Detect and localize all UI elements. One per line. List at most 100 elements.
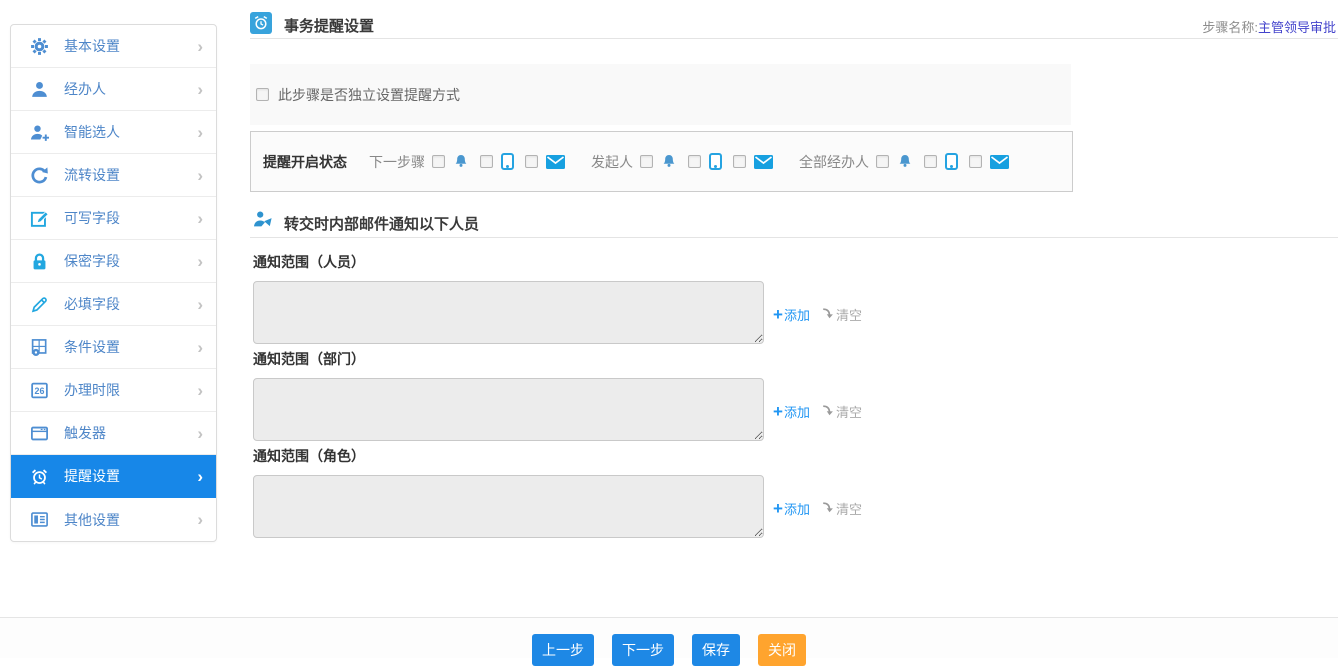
sidebar-item-label: 其他设置 [64,510,120,530]
initiator-bell-checkbox[interactable] [640,155,653,168]
clear-link-label: 清空 [836,402,862,421]
save-button[interactable]: 保存 [692,634,740,666]
clear-arrow-icon [822,501,836,516]
independent-reminder-label: 此步骤是否独立设置提醒方式 [278,85,460,105]
sidebar-item-reminder-settings[interactable]: 提醒设置 › [11,455,216,498]
alarm-clock-icon [27,467,51,486]
refresh-icon [27,166,51,185]
add-role-link[interactable]: +添加 [773,499,810,518]
alarm-clock-icon [250,12,272,34]
next-step-phone-checkbox[interactable] [480,155,493,168]
plus-icon: + [773,502,783,515]
add-link-label: 添加 [784,499,810,518]
page-title: 事务提醒设置 [284,15,374,36]
phone-icon [945,153,958,170]
sidebar-item-label: 触发器 [64,423,106,443]
add-person-link[interactable]: +添加 [773,305,810,324]
initiator-mail-checkbox[interactable] [733,155,746,168]
notify-field-person: 通知范围（人员） +添加清空 [253,252,862,344]
independent-reminder-box: 此步骤是否独立设置提醒方式 [250,64,1071,125]
reminder-group-all-handlers: 全部经办人 [799,152,1009,172]
bell-icon [661,153,677,170]
clear-person-link[interactable]: 清空 [822,305,862,324]
sidebar-item-smart-select[interactable]: 智能选人› [11,111,216,154]
chevron-right-icon: › [197,511,203,528]
chevron-right-icon: › [197,167,203,184]
clear-role-link[interactable]: 清空 [822,499,862,518]
notify-section-title: 转交时内部邮件通知以下人员 [284,213,479,234]
initiator-phone-checkbox[interactable] [688,155,701,168]
user-plus-icon [27,123,51,142]
next-step-bell-checkbox[interactable] [432,155,445,168]
sidebar-item-trigger[interactable]: 触发器› [11,412,216,455]
step-name: 步骤名称:主管领导审批 [1202,17,1336,36]
sidebar-item-time-limit[interactable]: 26 办理时限 › [11,369,216,412]
sidebar-item-other-settings[interactable]: 其他设置 › [11,498,216,541]
chevron-right-icon: › [197,81,203,98]
mail-icon [754,155,773,169]
chevron-right-icon: › [197,253,203,270]
clear-department-link[interactable]: 清空 [822,402,862,421]
notify-field-role: 通知范围（角色） +添加清空 [253,446,862,538]
calendar-26-icon: 26 [27,381,51,400]
all-handlers-bell-checkbox[interactable] [876,155,889,168]
reminder-group-label: 发起人 [591,152,633,172]
window-icon [27,424,51,443]
notify-department-textarea[interactable] [253,378,764,441]
sidebar-item-label: 办理时限 [64,380,120,400]
initiator-bell-channel [640,153,677,170]
all-handlers-phone-checkbox[interactable] [924,155,937,168]
independent-reminder-checkbox[interactable] [256,88,269,101]
pencil-icon [27,295,51,314]
sidebar-item-label: 保密字段 [64,251,120,271]
main-panel: 事务提醒设置 步骤名称:主管领导审批 此步骤是否独立设置提醒方式 提醒开启状态 … [250,0,1338,658]
reminder-group-next-step: 下一步骤 [369,152,565,172]
sidebar-item-condition-settings[interactable]: 条件设置› [11,326,216,369]
initiator-phone-channel [688,153,722,170]
all-handlers-mail-checkbox[interactable] [969,155,982,168]
step-name-label: 步骤名称: [1202,20,1258,35]
add-link-label: 添加 [784,402,810,421]
initiator-mail-channel [733,155,773,169]
sidebar-item-required-fields[interactable]: 必填字段› [11,283,216,326]
sidebar-item-label: 可写字段 [64,208,120,228]
sidebar-item-writable-fields[interactable]: 可写字段 › [11,197,216,240]
sidebar-item-handler[interactable]: 经办人› [11,68,216,111]
chevron-right-icon: › [197,38,203,55]
chevron-right-icon: › [197,210,203,227]
chevron-right-icon: › [197,468,203,485]
next-step-mail-checkbox[interactable] [525,155,538,168]
user-forward-icon [252,209,274,229]
prev-step-button[interactable]: 上一步 [532,634,594,666]
id-card-icon [27,510,51,529]
bell-icon [453,153,469,170]
reminder-group-initiator: 发起人 [591,152,773,172]
phone-icon [709,153,722,170]
chevron-right-icon: › [197,382,203,399]
notify-field-label: 通知范围（人员） [253,252,862,272]
reminder-status-box: 提醒开启状态 下一步骤发起人全部经办人 [250,131,1073,192]
condition-grid-icon [27,338,51,357]
add-link-label: 添加 [784,305,810,324]
footer-bar: 上一步下一步保存关闭 [0,617,1338,658]
edit-square-icon [27,209,51,228]
phone-icon [501,153,514,170]
mail-icon [990,155,1009,169]
sidebar-item-basic-settings[interactable]: 基本设置 › [11,25,216,68]
sidebar-item-flow-settings[interactable]: 流转设置› [11,154,216,197]
sidebar-item-secret-fields[interactable]: 保密字段 › [11,240,216,283]
sidebar-item-label: 提醒设置 [64,466,120,486]
lock-icon [27,252,51,271]
next-step-phone-channel [480,153,514,170]
notify-field-label: 通知范围（角色） [253,446,862,466]
sidebar-item-label: 智能选人 [64,122,120,142]
sidebar-item-label: 条件设置 [64,337,120,357]
sidebar-item-label: 必填字段 [64,294,120,314]
next-step-button[interactable]: 下一步 [612,634,674,666]
close-button[interactable]: 关闭 [758,634,806,666]
plus-icon: + [773,405,783,418]
sidebar-item-label: 基本设置 [64,36,120,56]
add-department-link[interactable]: +添加 [773,402,810,421]
notify-person-textarea[interactable] [253,281,764,344]
notify-role-textarea[interactable] [253,475,764,538]
